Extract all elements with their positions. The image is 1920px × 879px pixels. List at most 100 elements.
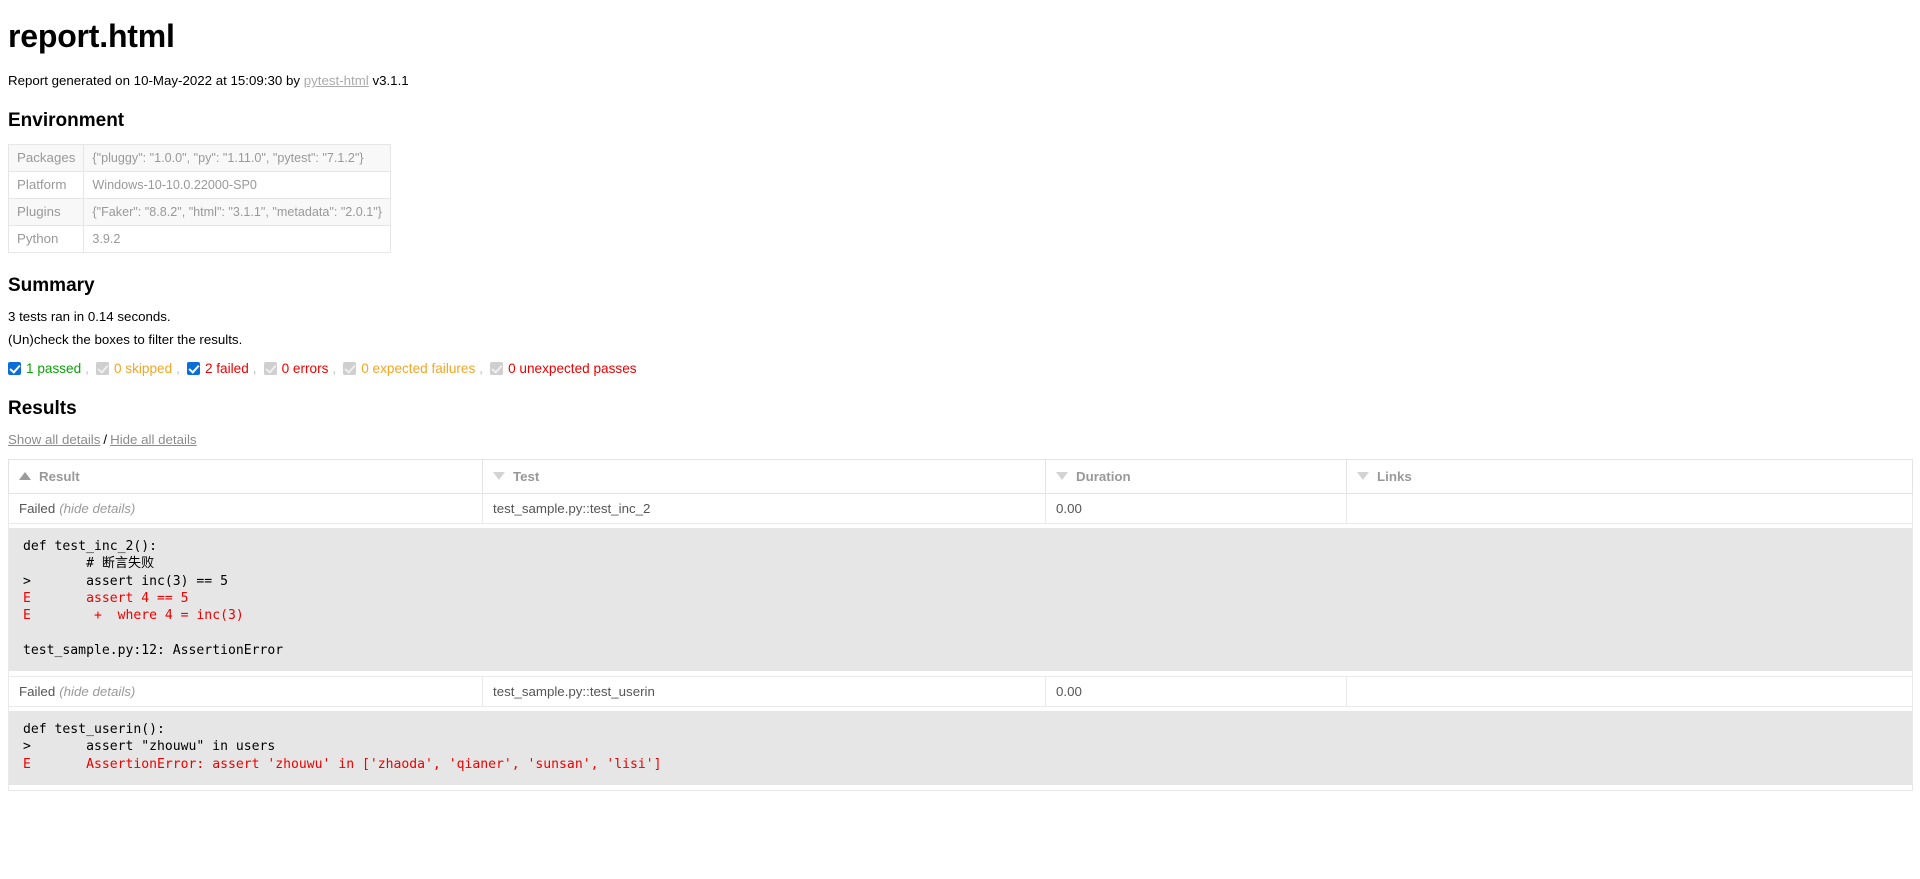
sort-descending-icon	[1056, 472, 1068, 480]
filter-skipped[interactable]: 0 skipped	[95, 361, 173, 376]
hide-all-details-link[interactable]: Hide all details	[110, 432, 196, 447]
page-title: report.html	[8, 18, 175, 54]
results-group-inc2: Failed (hide details) test_sample.py::tes…	[8, 493, 1913, 678]
column-header-result[interactable]: Result	[8, 459, 483, 494]
pytest-html-link[interactable]: pytest-html	[304, 73, 369, 88]
tests-run-line: 3 tests ran in 0.14 seconds.	[8, 309, 171, 324]
cell-result: Failed (hide details)	[8, 493, 483, 524]
environment-value: 3.9.2	[83, 225, 391, 253]
column-header-test[interactable]: Test	[482, 459, 1046, 494]
log-line: E + where 4 = inc(3)	[23, 608, 244, 624]
table-row-details: def test_inc_2(): # 断言失败 > assert inc(3)…	[8, 523, 1913, 678]
results-table: Result Test Duration Links Failed (hide d…	[8, 459, 1913, 791]
filter-label-unexpected-passes: 0 unexpected passes	[508, 361, 637, 376]
filter-comma: ,	[85, 361, 89, 376]
checkbox-skipped[interactable]	[95, 362, 109, 375]
filter-unexpected-passes[interactable]: 0 unexpected passes	[490, 361, 637, 376]
filter-label-passed: 1 passed	[26, 361, 82, 376]
generated-by-word: by	[282, 73, 304, 88]
log-line: def test_inc_2():	[23, 539, 158, 554]
environment-key: Platform	[7, 171, 85, 199]
cell-test-name: test_sample.py::test_userin	[482, 676, 1046, 708]
log-line: > assert inc(3) == 5	[23, 573, 228, 589]
filter-comma: ,	[176, 361, 180, 376]
environment-value: {"Faker": "8.8.2", "html": "3.1.1", "met…	[83, 198, 391, 226]
log-line: test_sample.py:12: AssertionError	[23, 642, 284, 658]
cell-links	[1346, 676, 1913, 708]
cell-duration: 0.00	[1045, 676, 1347, 708]
detail-links-separator: /	[103, 432, 108, 447]
cell-result: Failed (hide details)	[8, 676, 483, 708]
environment-heading: Environment	[8, 110, 125, 131]
filter-label-skipped: 0 skipped	[113, 361, 173, 376]
column-label-result: Result	[39, 469, 80, 484]
cell-links	[1346, 493, 1913, 524]
cell-log-container: def test_inc_2(): # 断言失败 > assert inc(3)…	[8, 523, 1913, 678]
table-row-details: def test_userin(): > assert "zhouwu" in …	[8, 706, 1913, 791]
generated-at-word: at	[212, 73, 231, 88]
filter-label-expected-failures: 0 expected failures	[361, 361, 476, 376]
log-line: E AssertionError: assert 'zhouwu' in ['z…	[23, 756, 662, 772]
result-status: Failed	[19, 684, 56, 700]
generated-date: 10-May-2022	[133, 73, 213, 88]
checkbox-expected-failures[interactable]	[343, 362, 357, 375]
table-row: Plugins {"Faker": "8.8.2", "html": "3.1.…	[7, 198, 391, 226]
column-label-links: Links	[1377, 469, 1412, 484]
environment-value: {"pluggy": "1.0.0", "py": "1.11.0", "pyt…	[83, 144, 391, 172]
log-line: > assert "zhouwu" in users	[23, 739, 276, 755]
table-row: Python 3.9.2	[7, 225, 391, 253]
generator-version: v3.1.1	[368, 73, 409, 88]
results-header-row: Result Test Duration Links	[8, 459, 1913, 494]
environment-key: Packages	[7, 144, 85, 172]
traceback-log: def test_userin(): > assert "zhouwu" in …	[9, 711, 1912, 785]
log-line: def test_userin():	[23, 722, 165, 738]
table-row: Failed (hide details) test_sample.py::tes…	[8, 493, 1913, 524]
checkbox-failed[interactable]	[186, 362, 200, 375]
traceback-log: def test_inc_2(): # 断言失败 > assert inc(3)…	[9, 528, 1912, 672]
environment-value: Windows-10-10.0.22000-SP0	[83, 171, 391, 199]
filter-comma: ,	[479, 361, 484, 376]
filter-passed[interactable]: 1 passed	[8, 361, 81, 376]
filter-failed[interactable]: 2 failed	[186, 361, 249, 376]
table-row: Platform Windows-10-10.0.22000-SP0	[7, 171, 391, 199]
sort-ascending-icon	[19, 472, 31, 480]
checkbox-errors[interactable]	[263, 362, 277, 375]
filter-comma: ,	[332, 361, 337, 376]
environment-table-body: Packages {"pluggy": "1.0.0", "py": "1.11…	[7, 144, 391, 253]
sort-descending-icon	[1357, 472, 1369, 480]
environment-table: Packages {"pluggy": "1.0.0", "py": "1.11…	[7, 144, 391, 253]
checkbox-unexpected-passes[interactable]	[490, 362, 504, 375]
detail-toggle-links: Show all details / Hide all details	[8, 432, 1912, 447]
result-status: Failed	[19, 501, 56, 516]
column-label-duration: Duration	[1076, 469, 1131, 484]
table-row: Failed (hide details) test_sample.py::tes…	[8, 676, 1913, 708]
results-group-userin: Failed (hide details) test_sample.py::tes…	[8, 676, 1913, 791]
filter-errors[interactable]: 0 errors	[263, 361, 329, 376]
cell-duration: 0.00	[1045, 493, 1347, 524]
filter-comma: ,	[252, 361, 257, 376]
summary-heading: Summary	[8, 275, 95, 296]
column-header-links[interactable]: Links	[1346, 459, 1913, 494]
sort-descending-icon	[493, 472, 505, 480]
filter-label-errors: 0 errors	[281, 361, 329, 376]
filter-hint: (Un)check the boxes to filter the result…	[8, 332, 243, 347]
environment-key: Python	[7, 225, 85, 253]
filter-expected-failures[interactable]: 0 expected failures	[343, 361, 475, 376]
column-header-duration[interactable]: Duration	[1045, 459, 1347, 494]
generated-time: 15:09:30	[230, 73, 283, 88]
cell-test-name: test_sample.py::test_inc_2	[482, 493, 1046, 524]
result-filters: 1 passed , 0 skipped , 2 failed , 0 erro…	[8, 361, 1912, 376]
column-label-test: Test	[513, 469, 540, 484]
generated-prefix: Report generated on	[8, 73, 134, 88]
filter-label-failed: 2 failed	[204, 361, 249, 376]
log-line: # 断言失败	[23, 556, 155, 572]
toggle-details-link[interactable]: (hide details)	[59, 501, 135, 516]
report-generated-line: Report generated on 10-May-2022 at 15:09…	[8, 73, 1912, 88]
environment-key: Plugins	[7, 198, 85, 226]
checkbox-passed[interactable]	[8, 362, 21, 375]
show-all-details-link[interactable]: Show all details	[8, 432, 100, 447]
results-table-head: Result Test Duration Links	[8, 459, 1913, 494]
toggle-details-link[interactable]: (hide details)	[59, 684, 135, 699]
table-row: Packages {"pluggy": "1.0.0", "py": "1.11…	[7, 144, 391, 172]
cell-log-container: def test_userin(): > assert "zhouwu" in …	[8, 706, 1913, 791]
